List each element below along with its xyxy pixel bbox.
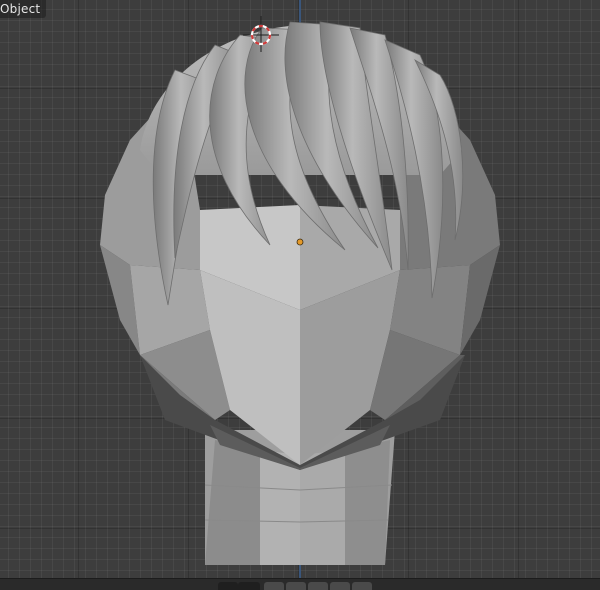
3d-viewport[interactable]: Object (0, 0, 600, 578)
mode-label: Object (0, 0, 47, 18)
timeline-header (0, 578, 600, 590)
object-origin-icon[interactable] (296, 238, 304, 246)
head-model[interactable] (0, 0, 600, 578)
